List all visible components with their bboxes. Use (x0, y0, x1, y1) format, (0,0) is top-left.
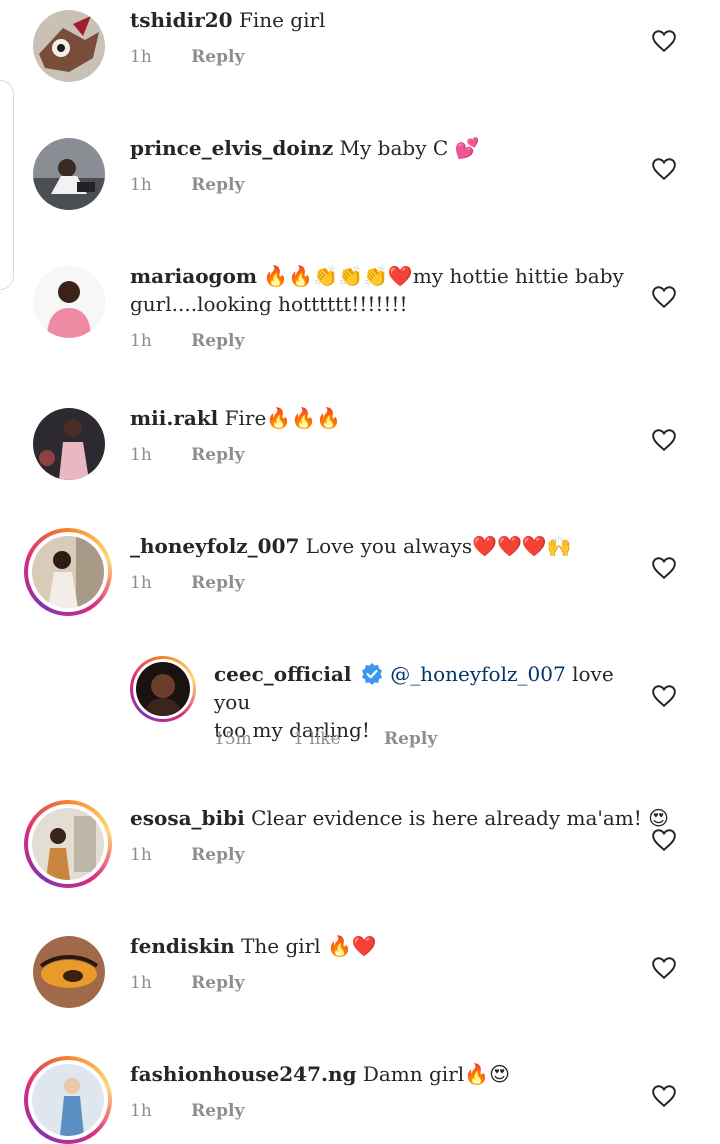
reply-button[interactable]: Reply (191, 1101, 244, 1121)
side-panel-edge (0, 80, 14, 290)
comment-text: tshidir20 Fine girl (130, 6, 325, 34)
comment-text: mariaogom 🔥🔥👏👏👏❤️my hottie hittie baby g… (130, 262, 630, 318)
reply-button[interactable]: Reply (191, 973, 244, 993)
timestamp: 1h (130, 331, 152, 351)
reply-button[interactable]: Reply (191, 331, 244, 351)
timestamp: 1h (130, 573, 152, 593)
username[interactable]: esosa_bibi (130, 806, 245, 830)
reply-button[interactable]: Reply (191, 573, 244, 593)
emoji: 🔥❤️ (327, 934, 377, 958)
emoji: 🔥🔥🔥 (266, 406, 342, 430)
reply-button[interactable]: Reply (191, 445, 244, 465)
comment-body: Damn girl (362, 1062, 465, 1086)
comment-body: Love you always (305, 534, 473, 558)
comment-meta: 1h Reply (130, 47, 244, 67)
verified-badge-icon (361, 663, 382, 685)
comment-text: esosa_bibi Clear evidence is here alread… (130, 804, 669, 832)
heart-outline-icon[interactable] (650, 555, 678, 581)
avatar[interactable] (33, 936, 105, 1008)
timestamp: 1h (130, 175, 152, 195)
comment-body: The girl (241, 934, 321, 958)
avatar[interactable] (33, 138, 105, 210)
username[interactable]: _honeyfolz_007 (130, 534, 299, 558)
avatar[interactable] (33, 10, 105, 82)
heart-outline-icon[interactable] (650, 1083, 678, 1109)
comment-body: Fine girl (238, 8, 326, 32)
comment-body: my hottie hittie baby (412, 264, 624, 288)
emoji: ❤️❤️❤️🙌 (472, 534, 572, 558)
avatar[interactable] (32, 1064, 104, 1136)
comment-body: My baby C (339, 136, 449, 160)
username[interactable]: mii.rakl (130, 406, 218, 430)
story-ring[interactable] (24, 528, 112, 616)
comment-meta: 1h Reply (130, 331, 244, 351)
reply-button[interactable]: Reply (191, 845, 244, 865)
avatar[interactable] (32, 808, 104, 880)
username[interactable]: prince_elvis_doinz (130, 136, 333, 160)
like-count[interactable]: 1 like (293, 729, 340, 749)
timestamp: 1h (130, 47, 152, 67)
comment-text: fashionhouse247.ng Damn girl🔥😍 (130, 1060, 510, 1088)
comment-meta: 1h Reply (130, 175, 244, 195)
avatar[interactable] (136, 662, 190, 716)
reply-button[interactable]: Reply (384, 729, 437, 749)
heart-outline-icon[interactable] (650, 28, 678, 54)
username[interactable]: tshidir20 (130, 8, 233, 32)
heart-outline-icon[interactable] (650, 284, 678, 310)
timestamp: 1h (130, 1101, 152, 1121)
username[interactable]: mariaogom (130, 264, 257, 288)
emoji: 🔥😍 (464, 1062, 510, 1086)
comment-text: fendiskin The girl 🔥❤️ (130, 932, 377, 960)
comment-meta: 15m 1 like Reply (214, 729, 437, 749)
story-ring[interactable] (24, 800, 112, 888)
reply-button[interactable]: Reply (191, 47, 244, 67)
avatar[interactable] (33, 266, 105, 338)
timestamp: 1h (130, 445, 152, 465)
comment-text: _honeyfolz_007 Love you always❤️❤️❤️🙌 (130, 532, 572, 560)
comment-meta: 1h Reply (130, 1101, 244, 1121)
comment-meta: 1h Reply (130, 445, 244, 465)
comment-text: mii.rakl Fire🔥🔥🔥 (130, 404, 341, 432)
username[interactable]: ceec_official (214, 662, 352, 686)
timestamp: 15m (214, 729, 252, 749)
story-ring[interactable] (24, 1056, 112, 1144)
heart-outline-icon[interactable] (650, 827, 678, 853)
mention-link[interactable]: @_honeyfolz_007 (390, 662, 566, 686)
emoji: 🔥🔥👏👏👏❤️ (263, 264, 413, 288)
timestamp: 1h (130, 845, 152, 865)
story-ring[interactable] (130, 656, 196, 722)
username[interactable]: fendiskin (130, 934, 235, 958)
heart-outline-icon[interactable] (650, 427, 678, 453)
comment-meta: 1h Reply (130, 973, 244, 993)
reply-button[interactable]: Reply (191, 175, 244, 195)
avatar[interactable] (33, 408, 105, 480)
avatar[interactable] (32, 536, 104, 608)
timestamp: 1h (130, 973, 152, 993)
emoji: 💕 (454, 136, 480, 160)
heart-outline-icon[interactable] (650, 156, 678, 182)
comment-meta: 1h Reply (130, 845, 244, 865)
username[interactable]: fashionhouse247.ng (130, 1062, 356, 1086)
comment-body: Clear evidence is here already ma'am! (251, 806, 642, 830)
heart-outline-icon[interactable] (650, 955, 678, 981)
comment-body-continued: gurl....looking hotttttt!!!!!!! (130, 292, 408, 316)
comment-meta: 1h Reply (130, 573, 244, 593)
heart-outline-icon[interactable] (650, 683, 678, 709)
comment-body: Fire (224, 406, 267, 430)
comment-text: prince_elvis_doinz My baby C 💕 (130, 134, 479, 162)
